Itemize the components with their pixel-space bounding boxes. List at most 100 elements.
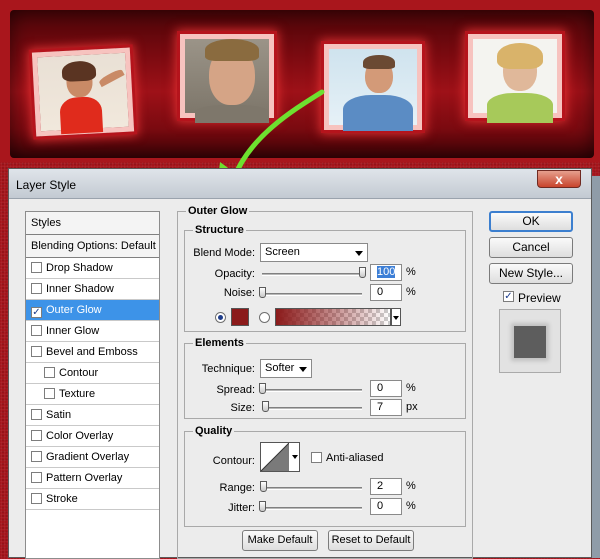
quality-title: Quality: [193, 425, 235, 437]
style-preview: [499, 309, 561, 373]
blend-mode-label: Blend Mode:: [193, 247, 255, 259]
sidebar-item-label: Texture: [59, 388, 96, 400]
sidebar-item-label: Pattern Overlay: [46, 472, 123, 484]
make-default-button[interactable]: Make Default: [242, 530, 318, 551]
styles-sidebar: Styles Blending Options: Default Drop Sh…: [25, 211, 160, 559]
sidebar-checkbox[interactable]: ✓: [31, 307, 42, 318]
photo-woman-beach: [31, 47, 135, 137]
sidebar-item-outer-glow[interactable]: ✓ Outer Glow: [26, 300, 159, 321]
anti-aliased-checkbox[interactable]: [311, 452, 322, 463]
range-field[interactable]: 2: [370, 478, 402, 495]
spread-field[interactable]: 0: [370, 380, 402, 397]
noise-value: 0: [377, 286, 384, 298]
spread-slider-thumb[interactable]: [259, 383, 266, 394]
ok-button[interactable]: OK: [489, 211, 573, 232]
contour-picker[interactable]: [260, 442, 300, 472]
structure-group: Structure Blend Mode: Screen Opacity: 10…: [184, 224, 466, 332]
spread-slider[interactable]: [262, 389, 362, 392]
preview-label: Preview: [518, 291, 561, 305]
dialog-title: Layer Style: [16, 178, 77, 192]
opacity-slider-thumb[interactable]: [359, 267, 366, 278]
sidebar-item-satin[interactable]: Satin: [26, 405, 159, 426]
size-field[interactable]: 7: [370, 399, 402, 416]
sidebar-checkbox[interactable]: [31, 283, 42, 294]
opacity-field[interactable]: 100: [370, 264, 402, 281]
sidebar-item-drop-shadow[interactable]: Drop Shadow: [26, 258, 159, 279]
size-slider[interactable]: [262, 407, 362, 410]
gradient-radio[interactable]: [259, 312, 270, 323]
chevron-down-icon: [393, 316, 399, 320]
noise-field[interactable]: 0: [370, 284, 402, 301]
chevron-down-icon: [355, 251, 363, 256]
sidebar-item-label: Outer Glow: [46, 304, 102, 316]
sidebar-item-label: Gradient Overlay: [46, 451, 130, 463]
noise-slider[interactable]: [262, 293, 362, 296]
jitter-label: Jitter:: [228, 502, 255, 514]
opacity-label: Opacity:: [214, 268, 255, 280]
range-value: 2: [377, 480, 384, 492]
gradient-dropdown[interactable]: [391, 308, 401, 326]
size-unit: px: [406, 401, 418, 413]
preview-checkbox[interactable]: ✓: [503, 291, 514, 302]
noise-unit: %: [406, 286, 416, 298]
sidebar-item-gradient-overlay[interactable]: Gradient Overlay: [26, 447, 159, 468]
sidebar-blending-options[interactable]: Blending Options: Default: [26, 235, 159, 258]
jitter-slider[interactable]: [262, 507, 362, 510]
blend-mode-value: Screen: [265, 246, 300, 258]
photo-man-blue-shirt: [324, 44, 422, 131]
reset-to-default-button[interactable]: Reset to Default: [328, 530, 414, 551]
sidebar-item-color-overlay[interactable]: Color Overlay: [26, 426, 159, 447]
sidebar-header-styles[interactable]: Styles: [26, 212, 159, 235]
sidebar-item-contour[interactable]: Contour: [26, 363, 159, 384]
contour-linear-icon: [261, 443, 289, 471]
size-value: 7: [377, 401, 384, 413]
preview-swatch: [514, 326, 546, 358]
sidebar-item-bevel-and-emboss[interactable]: Bevel and Emboss: [26, 342, 159, 363]
jitter-unit: %: [406, 500, 416, 512]
size-slider-thumb[interactable]: [262, 401, 269, 412]
range-slider-thumb[interactable]: [260, 481, 267, 492]
size-label: Size:: [230, 402, 255, 414]
range-slider[interactable]: [262, 487, 362, 490]
jitter-slider-thumb[interactable]: [259, 501, 266, 512]
glow-color-swatch[interactable]: [231, 308, 249, 326]
cancel-button[interactable]: Cancel: [489, 237, 573, 258]
solid-color-radio[interactable]: [215, 312, 226, 323]
sidebar-item-label: Bevel and Emboss: [46, 346, 138, 358]
range-label: Range:: [219, 482, 255, 494]
sidebar-item-texture[interactable]: Texture: [26, 384, 159, 405]
chevron-down-icon: [292, 455, 298, 459]
jitter-value: 0: [377, 500, 384, 512]
elements-title: Elements: [193, 337, 246, 349]
elements-group: Elements Technique: Softer Spread: 0 % S…: [184, 337, 466, 419]
opacity-slider[interactable]: [262, 273, 362, 276]
structure-title: Structure: [193, 224, 246, 236]
sidebar-checkbox[interactable]: [31, 472, 42, 483]
sidebar-checkbox[interactable]: [31, 430, 42, 441]
glow-gradient-picker[interactable]: [275, 308, 391, 326]
sidebar-item-label: Stroke: [46, 493, 78, 505]
outer-glow-title: Outer Glow: [186, 205, 250, 217]
blend-mode-select[interactable]: Screen: [260, 243, 368, 262]
new-style-button[interactable]: New Style...: [489, 263, 573, 284]
sidebar-item-inner-shadow[interactable]: Inner Shadow: [26, 279, 159, 300]
sidebar-checkbox[interactable]: [31, 325, 42, 336]
sidebar-checkbox[interactable]: [31, 493, 42, 504]
sidebar-checkbox[interactable]: [31, 409, 42, 420]
sidebar-item-pattern-overlay[interactable]: Pattern Overlay: [26, 468, 159, 489]
jitter-field[interactable]: 0: [370, 498, 402, 515]
sidebar-checkbox[interactable]: [44, 388, 55, 399]
sidebar-item-stroke[interactable]: Stroke: [26, 489, 159, 510]
layer-style-dialog: Layer Style x Styles Blending Options: D…: [8, 168, 592, 559]
sidebar-checkbox[interactable]: [31, 262, 42, 273]
sidebar-checkbox[interactable]: [31, 346, 42, 357]
close-button[interactable]: x: [537, 170, 581, 188]
sidebar-item-label: Drop Shadow: [46, 262, 113, 274]
technique-select[interactable]: Softer: [260, 359, 312, 378]
sidebar-item-inner-glow[interactable]: Inner Glow: [26, 321, 159, 342]
sidebar-checkbox[interactable]: [44, 367, 55, 378]
sidebar-item-label: Inner Shadow: [46, 283, 114, 295]
sidebar-checkbox[interactable]: [31, 451, 42, 462]
spread-unit: %: [406, 382, 416, 394]
noise-slider-thumb[interactable]: [259, 287, 266, 298]
